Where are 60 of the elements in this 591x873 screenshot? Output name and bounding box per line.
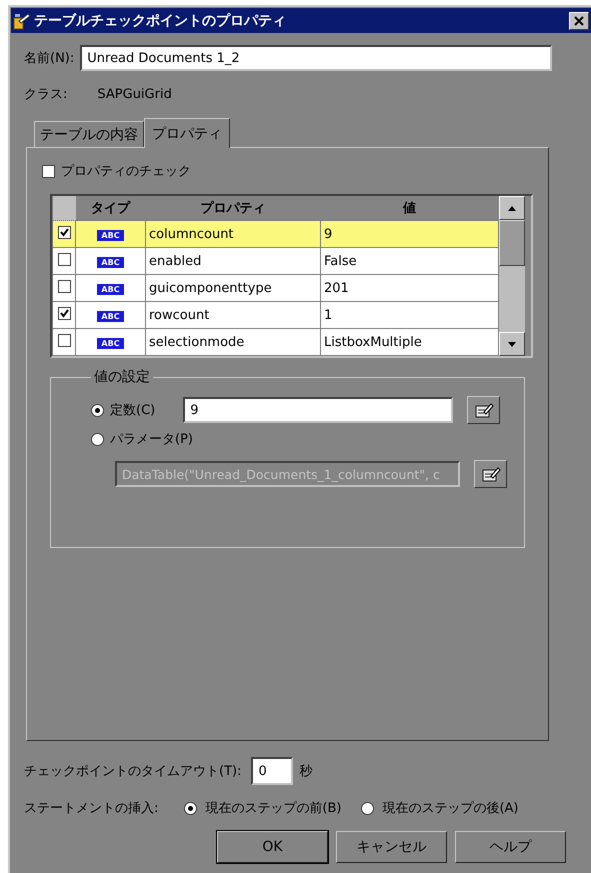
radio-label: 現在のステップの後(A) xyxy=(382,800,518,817)
checkbox[interactable] xyxy=(58,226,70,239)
edit-button[interactable] xyxy=(474,460,507,488)
checkbox[interactable] xyxy=(58,252,70,266)
group-title: 値の設定 xyxy=(93,368,151,386)
tab[interactable]: テーブルの内容 xyxy=(34,121,144,147)
tab[interactable]: プロパティ xyxy=(144,118,230,148)
timeout-label: チェックポイントのタイムアウト(T): xyxy=(24,763,242,780)
type-label: ABC xyxy=(97,338,124,348)
type-label: ABC xyxy=(97,256,124,268)
table-cell: enabled xyxy=(146,248,320,274)
close-icon xyxy=(574,16,584,26)
column-header[interactable]: プロパティ xyxy=(146,196,320,220)
checkbox-label: プロパティのチェック xyxy=(61,163,191,180)
checkbox[interactable] xyxy=(58,307,70,320)
table-cell: 201 xyxy=(320,274,498,302)
checkbox[interactable] xyxy=(58,334,70,346)
table-cell: ListboxMultiple xyxy=(320,328,498,356)
unit-label: 秒 xyxy=(299,763,312,780)
radio-label: パラメータ(P) xyxy=(110,431,193,448)
table-cell: False xyxy=(320,248,498,274)
column-header[interactable]: タイプ xyxy=(76,196,146,220)
name-label: 名前(N): xyxy=(24,50,74,67)
checkbox[interactable] xyxy=(58,280,70,292)
table-cell: selectionmode xyxy=(146,328,320,356)
radio-button[interactable] xyxy=(91,404,104,416)
window-icon xyxy=(13,12,31,30)
radio-button[interactable] xyxy=(184,802,198,814)
close-button[interactable] xyxy=(569,12,589,30)
type-label: ABC xyxy=(97,284,124,294)
class-value: SAPGuiGrid xyxy=(97,86,172,102)
class-label: クラス: xyxy=(24,86,68,103)
constant-field[interactable]: 9 xyxy=(183,397,454,423)
radio-label: 定数(C) xyxy=(110,402,156,419)
table-cell: 1 xyxy=(320,302,498,328)
scroll-down-icon[interactable] xyxy=(508,342,516,346)
radio-button[interactable] xyxy=(91,432,104,446)
table-cell: rowcount xyxy=(146,302,320,328)
type-label: ABC xyxy=(97,230,124,240)
window-title: テーブルチェックポイントのプロパティ xyxy=(34,12,287,30)
timeout-field[interactable]: 0 xyxy=(251,757,294,785)
edit-button[interactable] xyxy=(467,396,500,424)
table-cell: guicomponenttype xyxy=(146,274,320,302)
radio-button[interactable] xyxy=(361,802,374,814)
dialog-button[interactable]: キャンセル xyxy=(336,831,447,863)
type-label: ABC xyxy=(97,310,124,322)
dialog-button[interactable]: ヘルプ xyxy=(455,831,566,863)
name-field[interactable]: Unread Documents 1_2 xyxy=(80,45,552,71)
table-cell: columncount xyxy=(146,220,320,248)
scrollbar[interactable] xyxy=(499,196,525,356)
insert-label: ステートメントの挿入: xyxy=(24,800,158,817)
column-header[interactable]: 値 xyxy=(320,196,498,220)
dialog-button[interactable]: OK xyxy=(217,831,328,863)
checkbox[interactable] xyxy=(42,164,55,178)
edit-icon xyxy=(480,465,500,483)
radio-label: 現在のステップの前(B) xyxy=(205,800,342,817)
scroll-up-icon[interactable] xyxy=(508,206,516,210)
table-cell: 9 xyxy=(320,220,498,248)
header-cell xyxy=(52,196,76,220)
edit-icon xyxy=(474,401,494,419)
